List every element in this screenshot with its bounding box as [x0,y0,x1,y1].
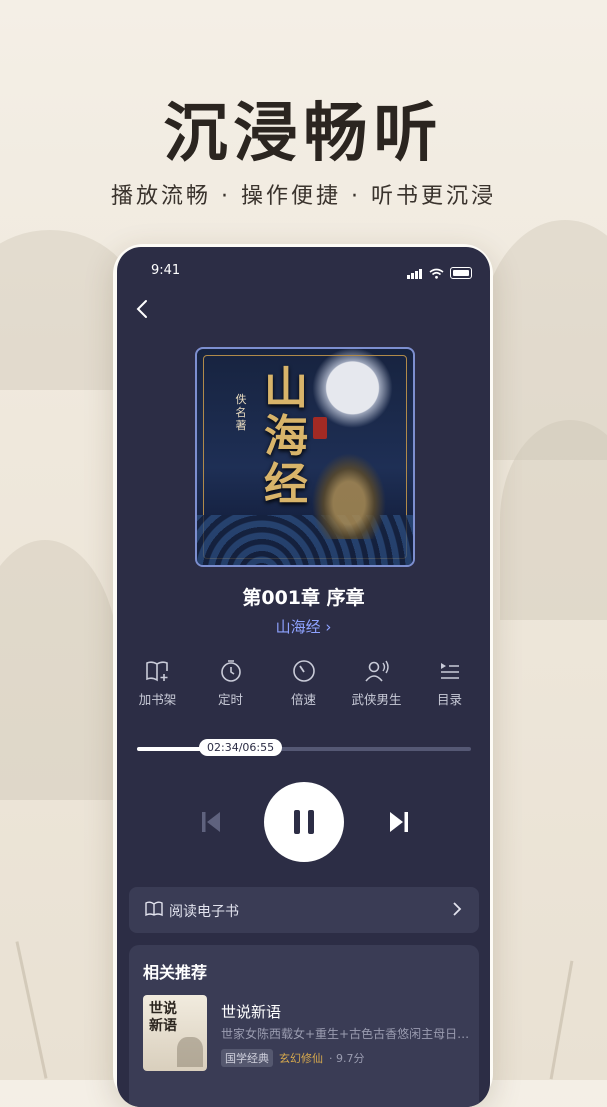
subline: 播放流畅 · 操作便捷 · 听书更沉浸 [111,184,496,209]
action-add-bookshelf[interactable]: 加书架 [126,659,190,708]
rec-cover-ink [177,1037,203,1067]
status-icons [407,264,472,279]
headline: 沉浸畅听 [163,96,444,171]
action-label: 倍速 [290,692,316,707]
pause-icon [294,810,300,834]
battery-icon [450,267,472,279]
cover-title: 山海经 [264,363,308,510]
cover-beast [309,449,389,539]
signal-icon [407,264,423,279]
next-track-icon[interactable] [387,809,411,835]
speed-icon [292,660,315,682]
progress-bar[interactable]: 02:34/06:55 [137,739,471,756]
action-label: 加书架 [138,692,177,707]
action-timer[interactable]: 定时 [199,659,263,708]
related-recommendations: 相关推荐 世说新语 世说新语 世家女陈西载女+重生+古色古香悠闲主母日… 国学经… [129,945,479,1107]
rec-category: 玄幻修仙 [279,1052,323,1065]
book-link[interactable]: 山海经 › [117,616,490,637]
rec-title: 世说新语 [221,1003,282,1021]
playlist-icon [440,663,459,679]
cover-seal [313,417,327,439]
rec-cover-title: 世说新语 [149,1001,177,1034]
mountain-decoration [0,540,120,800]
chapter-title: 第001章 序章 [242,587,365,609]
pause-icon [308,810,314,834]
back-arrow-icon[interactable] [131,297,155,321]
rec-meta: 国学经典 玄幻修仙 · 9.7分 [221,1049,365,1067]
open-book-icon [145,901,163,917]
chevron-right-icon [453,902,462,916]
action-label: 武侠男生 [351,692,402,707]
progress-time[interactable]: 02:34/06:55 [199,739,283,756]
voice-icon [364,660,389,682]
cover-author: 佚名著 [235,393,247,432]
bamboo-decoration [549,960,574,1080]
previous-track-icon[interactable] [199,809,223,835]
rec-cover: 世说新语 [143,995,207,1071]
action-label: 定时 [217,692,243,707]
related-heading: 相关推荐 [143,963,208,982]
pause-button[interactable] [264,782,344,862]
read-ebook-label: 阅读电子书 [169,904,239,920]
status-time: 9:41 [151,263,181,278]
read-ebook-row[interactable]: 阅读电子书 [129,887,479,933]
player-screen: 9:41 佚名著 山海经 第001章 序章 山海经 › 加书架 定时 倍速 武侠… [117,247,490,1107]
action-voice[interactable]: 武侠男生 [345,659,409,708]
rec-description: 世家女陈西载女+重生+古色古香悠闲主母日… [221,1027,470,1041]
rec-score: · 9.7分 [329,1052,365,1065]
album-cover: 佚名著 山海经 [195,347,415,567]
status-bar: 9:41 [151,261,472,281]
book-link-label: 山海经 [275,618,321,636]
playback-controls [117,782,490,862]
rec-tag: 国学经典 [221,1049,273,1067]
action-speed[interactable]: 倍速 [272,659,336,708]
wifi-icon [429,268,444,279]
bookshelf-add-icon [145,661,168,682]
timer-icon [220,660,241,682]
action-label: 目录 [436,692,462,707]
bamboo-decoration [15,941,48,1079]
chevron-right-icon: › [325,618,332,636]
action-catalog[interactable]: 目录 [418,659,482,708]
action-row: 加书架 定时 倍速 武侠男生 目录 [117,659,490,708]
